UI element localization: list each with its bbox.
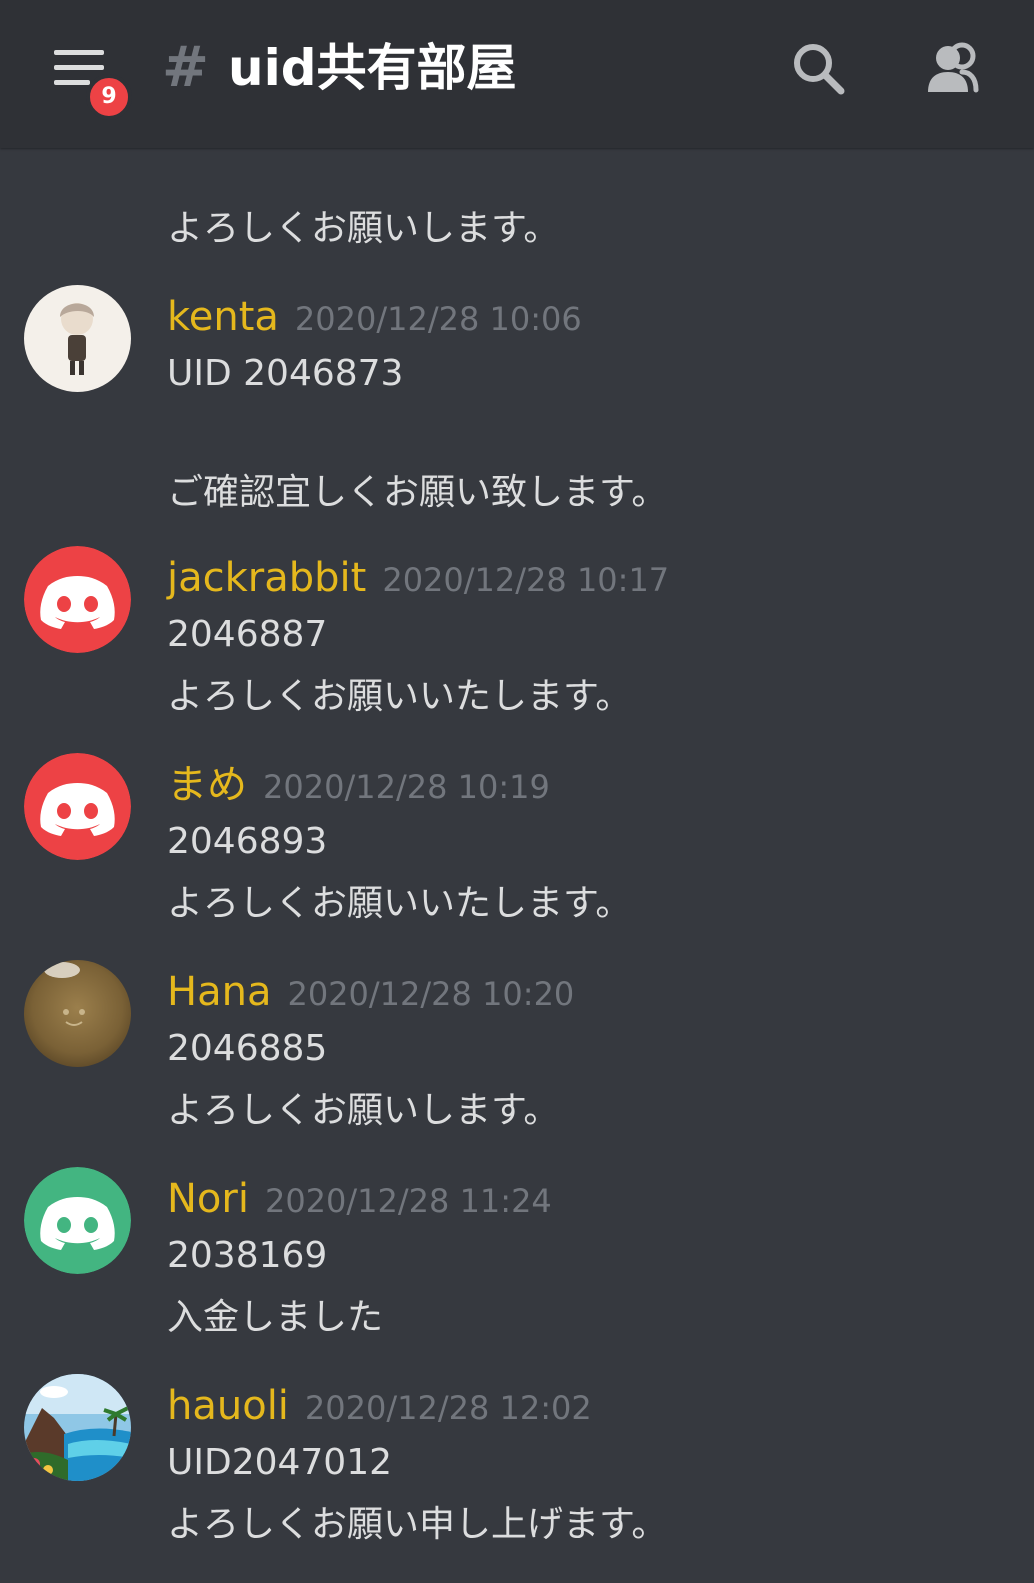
message-text: よろしくお願いします。 xyxy=(167,1090,560,1131)
message-text: よろしくお願いいたします。 xyxy=(167,883,632,924)
username[interactable]: hauoli xyxy=(167,1383,289,1429)
discord-default-avatar-icon[interactable] xyxy=(24,753,131,860)
message-text: 2038169 xyxy=(167,1235,328,1276)
username[interactable]: まめ xyxy=(167,762,247,808)
notification-badge: 9 xyxy=(86,74,132,120)
search-icon[interactable] xyxy=(788,38,848,98)
message-text: よろしくお願いします。 xyxy=(167,208,560,249)
timestamp: 2020/12/28 10:17 xyxy=(382,561,670,599)
timestamp: 2020/12/28 10:06 xyxy=(294,300,582,338)
message-group: Nori 2020/12/28 11:24 2038169 入金しました xyxy=(0,1167,1034,1347)
message-group: まめ 2020/12/28 10:19 2046893 よろしくお願いいたします。 xyxy=(0,753,1034,933)
username[interactable]: Nori xyxy=(167,1176,249,1222)
message-group: jackrabbit 2020/12/28 10:17 2046887 よろしくお… xyxy=(0,546,1034,726)
timestamp: 2020/12/28 10:20 xyxy=(287,975,575,1013)
channel-header: 9 # uid共有部屋 xyxy=(0,0,1034,148)
members-icon[interactable] xyxy=(924,38,984,98)
message-text: よろしくお願い申し上げます。 xyxy=(167,1504,668,1545)
message-list[interactable]: よろしくお願いします。 kenta 2020/12/28 10:06 UID 20… xyxy=(0,148,1034,1583)
timestamp: 2020/12/28 10:19 xyxy=(263,768,550,806)
discord-default-avatar-icon[interactable] xyxy=(24,546,131,653)
avatar[interactable] xyxy=(24,285,131,392)
message-text: 入金しました xyxy=(167,1297,384,1338)
message-text: 2046885 xyxy=(167,1028,328,1069)
username[interactable]: Hana xyxy=(167,969,271,1015)
timestamp: 2020/12/28 12:02 xyxy=(304,1389,592,1427)
message-text: UID 2046873 xyxy=(167,353,404,394)
message-text: 2046887 xyxy=(167,614,328,655)
avatar[interactable] xyxy=(24,960,131,1067)
message-text: 2046893 xyxy=(167,821,328,862)
username[interactable]: jackrabbit xyxy=(167,555,366,601)
message-group: hauoli 2020/12/28 12:02 UID2047012 よろしくお願… xyxy=(0,1374,1034,1554)
message-text: ご確認宜しくお願い致します。 xyxy=(167,472,668,513)
avatar[interactable] xyxy=(24,1374,131,1481)
message-group: Hana 2020/12/28 10:20 2046885 よろしくお願いします。 xyxy=(0,960,1034,1140)
message-group: kenta 2020/12/28 10:06 UID 2046873 xyxy=(0,285,1034,465)
message-text: よろしくお願いいたします。 xyxy=(167,676,632,717)
username[interactable]: kenta xyxy=(167,294,279,340)
discord-default-avatar-icon[interactable] xyxy=(24,1167,131,1274)
channel-hash-icon: # xyxy=(162,35,209,100)
channel-title: uid共有部屋 xyxy=(228,39,517,97)
timestamp: 2020/12/28 11:24 xyxy=(264,1182,552,1220)
message-text: UID2047012 xyxy=(167,1442,393,1483)
